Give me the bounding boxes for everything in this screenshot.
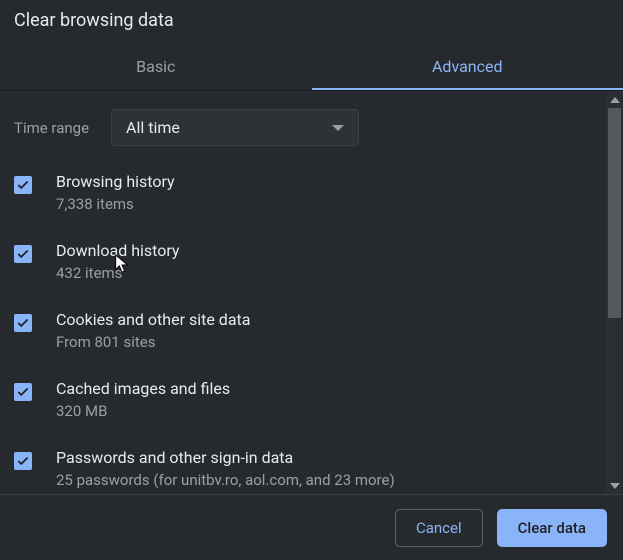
check-icon [16,316,30,330]
item-label: Cached images and files [56,379,230,398]
item-download-history: Download history 432 items [14,241,595,282]
scrollbar-thumb[interactable] [608,108,621,318]
scrollbar-up-button[interactable] [606,91,623,108]
clear-browsing-data-dialog: Clear browsing data Basic Advanced Time … [0,0,623,560]
item-sub: From 801 sites [56,333,250,351]
item-cookies: Cookies and other site data From 801 sit… [14,310,595,351]
dialog-title: Clear browsing data [0,0,623,47]
scrollbar-down-button[interactable] [606,477,623,494]
item-label: Download history [56,241,180,260]
scrollbar [606,91,623,494]
item-text: Browsing history 7,338 items [56,172,175,213]
clear-data-button[interactable]: Clear data [497,509,607,547]
content-scroll-area: Time range All time Browsing history 7,3… [0,91,605,494]
item-sub: 25 passwords (for unitbv.ro, aol.com, an… [56,471,395,489]
item-text: Cached images and files 320 MB [56,379,230,420]
check-icon [16,454,30,468]
tab-advanced[interactable]: Advanced [312,47,623,90]
item-text: Passwords and other sign-in data 25 pass… [56,448,395,489]
time-range-row: Time range All time [14,109,595,146]
check-icon [16,385,30,399]
check-icon [16,178,30,192]
dialog-footer: Cancel Clear data [0,494,623,560]
item-browsing-history: Browsing history 7,338 items [14,172,595,213]
content-wrap: Time range All time Browsing history 7,3… [0,90,623,494]
time-range-value: All time [126,118,180,137]
item-label: Passwords and other sign-in data [56,448,395,467]
item-sub: 432 items [56,264,180,282]
item-passwords: Passwords and other sign-in data 25 pass… [14,448,595,489]
checkbox-cache[interactable] [14,383,32,401]
time-range-label: Time range [14,119,89,137]
checkbox-browsing-history[interactable] [14,176,32,194]
checkbox-cookies[interactable] [14,314,32,332]
triangle-down-icon [610,483,620,489]
item-sub: 320 MB [56,402,230,420]
item-sub: 7,338 items [56,195,175,213]
item-text: Cookies and other site data From 801 sit… [56,310,250,351]
item-label: Cookies and other site data [56,310,250,329]
cancel-button[interactable]: Cancel [395,509,483,547]
tab-bar: Basic Advanced [0,47,623,90]
check-icon [16,247,30,261]
item-cache: Cached images and files 320 MB [14,379,595,420]
item-label: Browsing history [56,172,175,191]
tab-basic[interactable]: Basic [0,47,312,90]
item-text: Download history 432 items [56,241,180,282]
scrollbar-track[interactable] [606,108,623,477]
chevron-down-icon [332,125,344,131]
checkbox-passwords[interactable] [14,452,32,470]
checkbox-download-history[interactable] [14,245,32,263]
time-range-select[interactable]: All time [111,109,359,146]
triangle-up-icon [610,97,620,103]
